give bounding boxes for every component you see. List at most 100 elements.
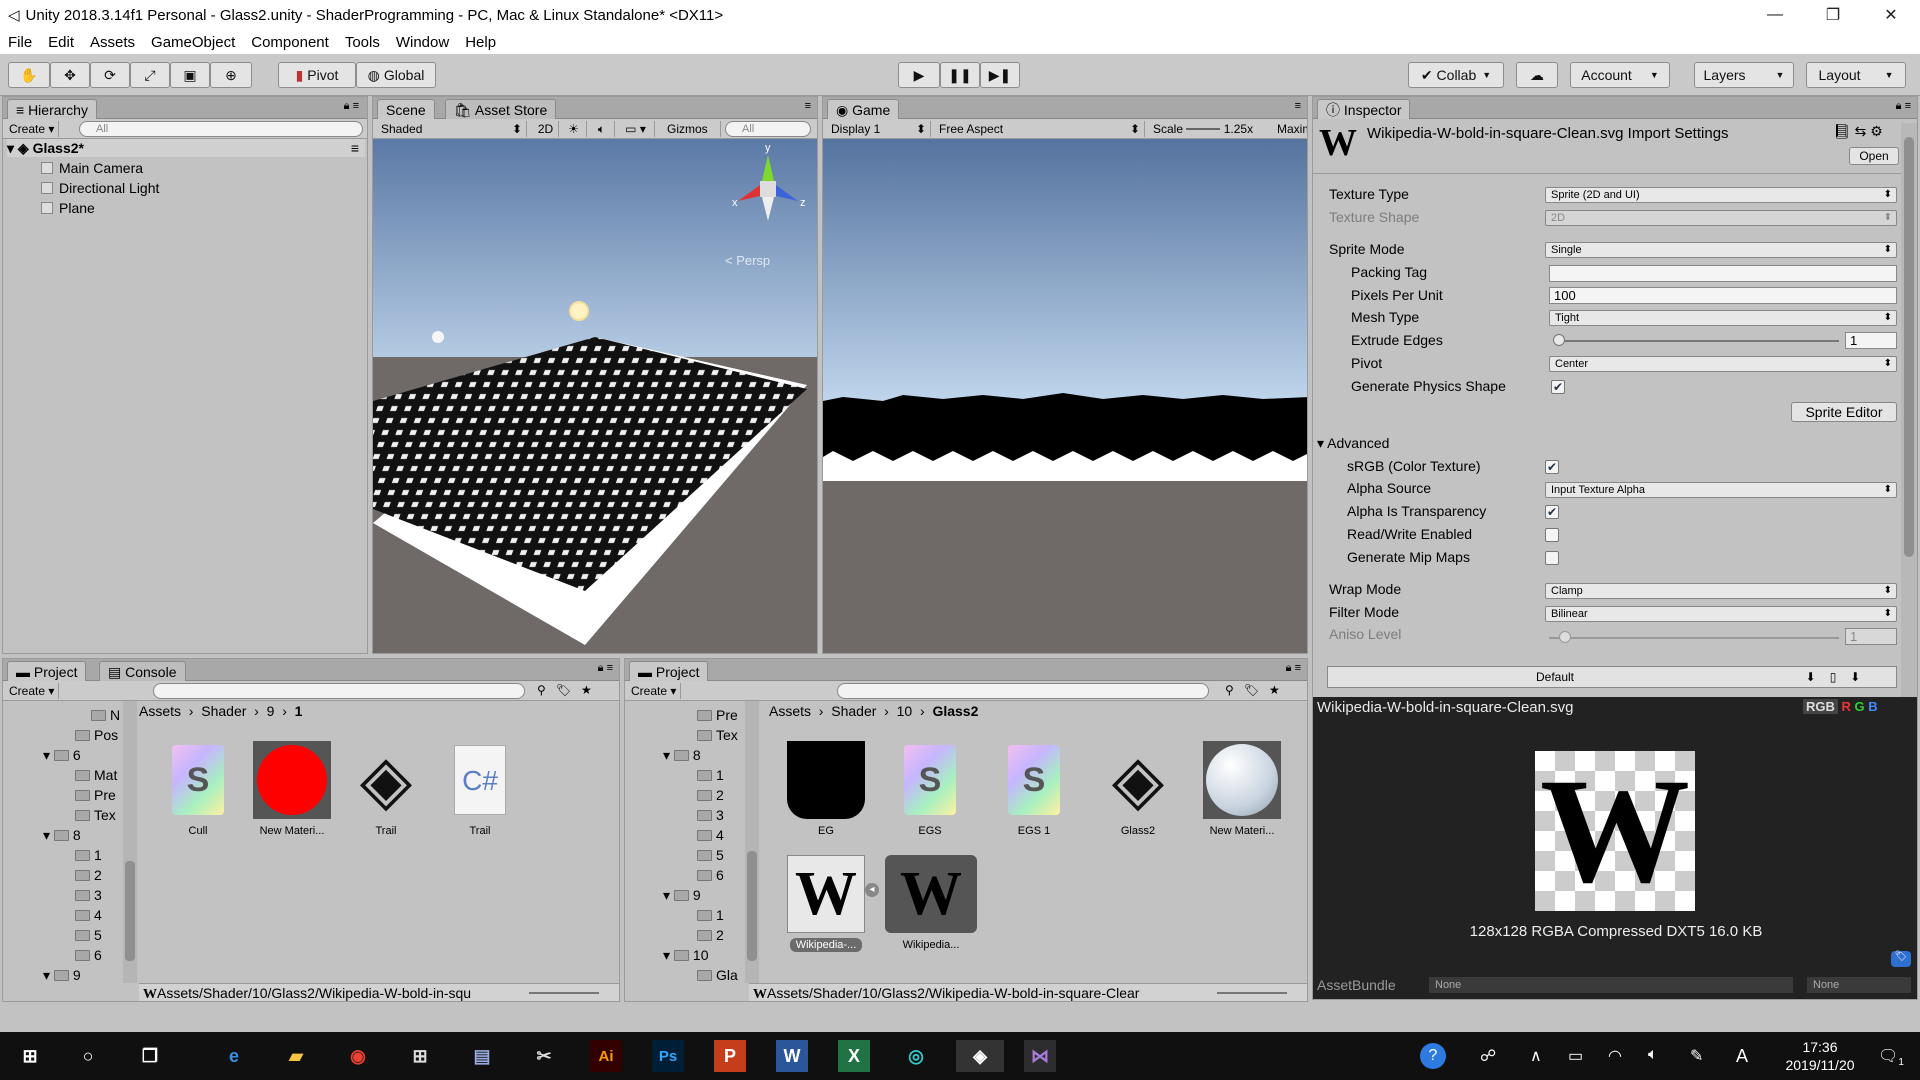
asset-item[interactable]: S EGS <box>885 741 975 837</box>
windows-start-icon[interactable]: ⊞ <box>14 1040 46 1072</box>
tree-folder[interactable]: ▾ 9 <box>43 967 81 983</box>
lock-icon[interactable]: 🔒︎ ≡ <box>598 662 613 675</box>
account-dropdown[interactable]: Account ▼ <box>1570 62 1670 88</box>
asset-item[interactable]: ◈ Trail <box>341 741 431 837</box>
global-toggle[interactable]: ◍ Global <box>356 62 436 88</box>
excel-icon[interactable]: X <box>838 1040 870 1072</box>
pivot-dropdown[interactable]: Center <box>1549 356 1897 372</box>
lock-icon[interactable]: 🔒︎ ≡ <box>344 100 359 113</box>
tree-folder[interactable]: 6 <box>75 947 102 963</box>
asset-item[interactable]: S EGS 1 <box>989 741 1079 837</box>
channel-g[interactable]: G <box>1855 699 1865 714</box>
volume-icon[interactable]: 🔈︎ <box>1648 1046 1658 1064</box>
task-view-icon[interactable]: ❐ <box>134 1040 166 1072</box>
breadcrumb-item[interactable]: 1 <box>295 703 303 719</box>
extrude-slider-track[interactable] <box>1553 340 1839 342</box>
tree-folder[interactable]: Mat <box>75 767 117 783</box>
asset-item[interactable]: New Materi... <box>1197 741 1287 837</box>
channel-b[interactable]: B <box>1868 699 1877 714</box>
tree-folder[interactable]: 6 <box>697 867 724 883</box>
hierarchy-create-dropdown[interactable]: Create ▾ <box>5 121 60 137</box>
tab-asset-store[interactable]: 🛍︎ Asset Store <box>445 99 557 119</box>
platform-icons[interactable]: ⬇▯⬇ <box>1782 667 1898 687</box>
snip-icon[interactable]: ✂ <box>528 1040 560 1072</box>
tree-folder[interactable]: Tex <box>697 727 738 743</box>
photoshop-icon[interactable]: Ps <box>652 1040 684 1072</box>
breadcrumb-item[interactable]: Shader <box>201 703 246 719</box>
srgb-checkbox[interactable]: ✔ <box>1545 460 1559 474</box>
tree-folder[interactable]: 4 <box>75 907 102 923</box>
project1-tree-scrollbar[interactable] <box>123 701 137 983</box>
panel-menu-icon[interactable]: ≡ <box>1295 100 1301 112</box>
step-button[interactable]: ▶❚ <box>980 62 1020 88</box>
lock-icon[interactable]: 🔒︎ ≡ <box>1896 100 1911 113</box>
scene-search-input[interactable]: All <box>725 121 811 137</box>
file-explorer-icon[interactable]: ▰ <box>280 1040 312 1072</box>
tab-scene[interactable]: Scene <box>377 99 435 119</box>
tree-folder[interactable]: 3 <box>697 807 724 823</box>
filter-icons[interactable]: ⚲🏷︎★ <box>537 683 602 697</box>
sprite-editor-button[interactable]: Sprite Editor <box>1791 402 1897 422</box>
mip-maps-checkbox[interactable] <box>1545 551 1559 565</box>
move-tool-icon[interactable]: ✥ <box>50 62 90 88</box>
notification-icon[interactable]: 🗨︎1 <box>1878 1046 1904 1068</box>
people-icon[interactable]: ☍ <box>1480 1046 1496 1066</box>
visual-studio-icon[interactable]: ⋈ <box>1024 1040 1056 1072</box>
generate-physics-checkbox[interactable]: ✔ <box>1551 380 1565 394</box>
asset-item[interactable]: ◈ Glass2 <box>1093 741 1183 837</box>
display-dropdown[interactable]: Display 1 ⬍ <box>827 121 931 137</box>
filter-mode-dropdown[interactable]: Bilinear <box>1545 606 1897 622</box>
store-icon[interactable]: ⊞ <box>404 1040 436 1072</box>
tree-folder[interactable]: Gla <box>697 967 738 983</box>
inspector-header-icons[interactable]: 📘︎ ⇆ ⚙ <box>1833 123 1883 140</box>
tree-folder[interactable]: 1 <box>697 907 724 923</box>
advanced-foldout[interactable]: ▾ Advanced <box>1317 434 1389 452</box>
gizmos-dropdown[interactable]: Gizmos ▾ <box>663 121 721 152</box>
tree-folder[interactable]: 2 <box>75 867 102 883</box>
effects-dropdown-icon[interactable]: ▭ ▾ <box>617 121 655 137</box>
tree-folder[interactable]: 2 <box>697 787 724 803</box>
layers-dropdown[interactable]: Layers ▼ <box>1694 62 1794 88</box>
battery-icon[interactable]: ▭ <box>1568 1046 1583 1066</box>
tree-folder[interactable]: Tex <box>75 807 116 823</box>
wrap-mode-dropdown[interactable]: Clamp <box>1545 583 1897 599</box>
texture-type-dropdown[interactable]: Sprite (2D and UI) <box>1545 187 1897 203</box>
read-write-checkbox[interactable] <box>1545 528 1559 542</box>
menu-component[interactable]: Component <box>243 34 337 51</box>
preset-icon[interactable]: ⇆ <box>1855 123 1867 139</box>
pen-icon[interactable]: ✎ <box>1690 1046 1703 1066</box>
tree-folder[interactable]: ▾ 8 <box>43 827 81 843</box>
chrome-icon[interactable]: ◉ <box>342 1040 374 1072</box>
2d-toggle[interactable]: 2D <box>533 121 559 137</box>
hand-tool-icon[interactable]: ✋ <box>8 62 50 88</box>
asset-label-icon[interactable]: 🏷︎ <box>1891 951 1911 967</box>
channel-rgb[interactable]: RGB <box>1803 699 1838 714</box>
aspect-dropdown[interactable]: Free Aspect ⬍ <box>935 121 1145 137</box>
cloud-button[interactable]: ☁ <box>1516 62 1558 88</box>
scale-slider[interactable]: Scale 1.25x <box>1149 121 1273 137</box>
breadcrumb-item[interactable]: 9 <box>267 703 275 719</box>
tree-folder[interactable]: 1 <box>697 767 724 783</box>
inspector-scrollbar[interactable] <box>1901 123 1917 697</box>
maximize-on-play-toggle[interactable]: Maxim <box>1273 121 1307 137</box>
packing-tag-field[interactable] <box>1549 265 1897 282</box>
asset-item[interactable]: W Wikipedia... <box>883 855 979 951</box>
help-icon[interactable]: 📘︎ <box>1833 123 1851 139</box>
assetbundle-variant-dropdown[interactable]: None <box>1807 977 1911 993</box>
tree-folder[interactable]: N <box>91 707 120 723</box>
panel-menu-icon[interactable]: ≡ <box>805 100 811 112</box>
clock[interactable]: 17:36 2019/11/20 <box>1770 1038 1870 1074</box>
rotate-tool-icon[interactable]: ⟳ <box>90 62 130 88</box>
asset-item[interactable]: S Cull <box>153 741 243 837</box>
breadcrumb-item[interactable]: Glass2 <box>932 703 978 719</box>
breadcrumb-item[interactable]: Assets <box>139 703 181 719</box>
app-icon[interactable]: ▤ <box>466 1040 498 1072</box>
scale-tool-icon[interactable]: ⤢ <box>130 62 170 88</box>
menu-file[interactable]: File <box>0 34 40 51</box>
hierarchy-item[interactable]: Main Camera <box>41 159 143 177</box>
scene-viewport[interactable]: x y z < Persp <box>373 139 817 653</box>
cortana-icon[interactable]: ○ <box>72 1040 104 1072</box>
extrude-edges-field[interactable]: 1 <box>1845 332 1897 349</box>
tree-folder[interactable]: ▾ 6 <box>43 747 81 763</box>
sprite-mode-dropdown[interactable]: Single <box>1545 242 1897 258</box>
